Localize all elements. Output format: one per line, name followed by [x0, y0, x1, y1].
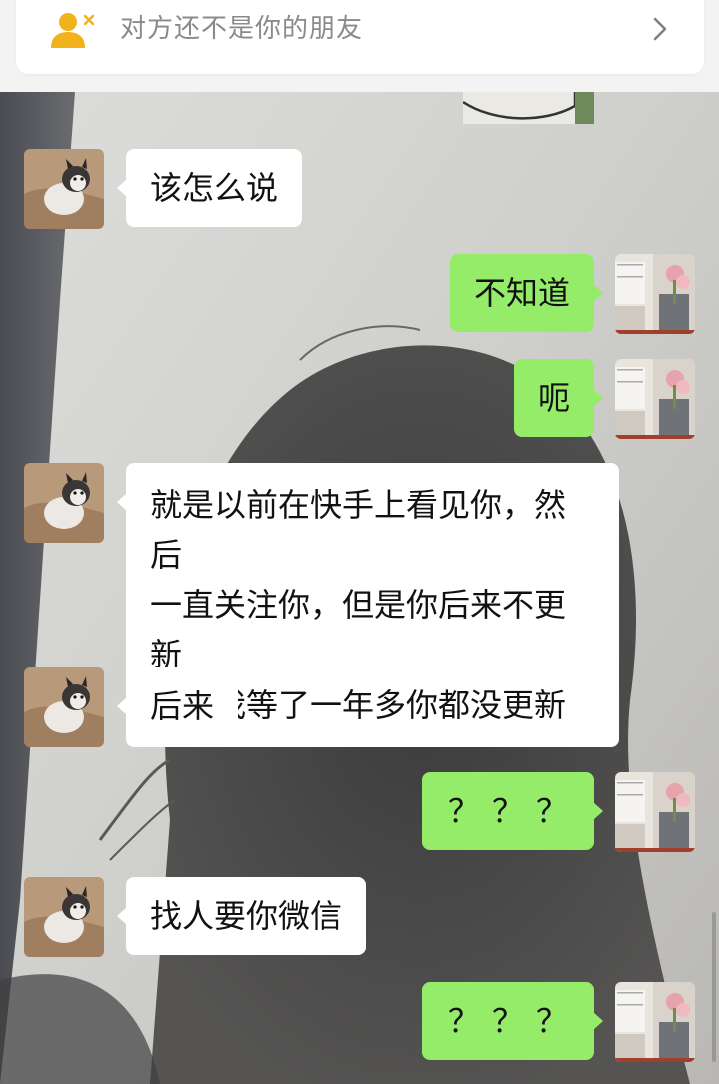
message-bubble-incoming[interactable]: 找人要你微信 [116, 877, 367, 955]
message-bubble-outgoing[interactable]: ？？？ [421, 772, 604, 850]
avatar-self[interactable] [615, 254, 695, 334]
avatar-contact[interactable] [24, 149, 104, 229]
message-bubble-incoming[interactable]: 该怎么说 [116, 149, 303, 227]
avatar-contact[interactable] [24, 463, 104, 543]
top-bar: 对方还不是你的朋友 [0, 0, 719, 92]
message-text-line: 就是以前在快手上看见你，然后 [150, 486, 567, 574]
message-text: 呃 [537, 379, 570, 417]
scrollbar[interactable] [712, 912, 716, 1062]
chat-screen: 对方还不是你的朋友 该怎么说 不知道 呃 就是以前在快手上看见你，然后 一直关注… [0, 0, 719, 1084]
message-bubble-incoming[interactable]: 后来 [116, 667, 239, 745]
message-text: 该怎么说 [150, 169, 279, 207]
message-bubble-outgoing[interactable]: 不知道 [449, 254, 604, 332]
avatar-contact[interactable] [24, 877, 104, 957]
message-text: ？？？ [447, 792, 580, 830]
chevron-right-icon[interactable] [652, 16, 668, 42]
message-bubble-outgoing[interactable]: 呃 [513, 359, 604, 437]
avatar-self[interactable] [615, 359, 695, 439]
avatar-self[interactable] [615, 982, 695, 1062]
message-text-line: 一直关注你，但是你后来不更新 [150, 586, 567, 674]
message-bubble-outgoing[interactable]: ？？？ [421, 982, 604, 1060]
avatar-self[interactable] [615, 772, 695, 852]
message-text: 后来 [150, 687, 215, 725]
message-text: 不知道 [473, 274, 570, 312]
message-text: 找人要你微信 [150, 897, 343, 935]
add-friend-x-icon [48, 10, 98, 50]
message-text: ？？？ [447, 1002, 580, 1040]
notice-text: 对方还不是你的朋友 [120, 14, 364, 44]
image-message-thumbnail[interactable] [463, 92, 594, 124]
avatar-contact[interactable] [24, 667, 104, 747]
stranger-notice[interactable]: 对方还不是你的朋友 [16, 0, 704, 74]
